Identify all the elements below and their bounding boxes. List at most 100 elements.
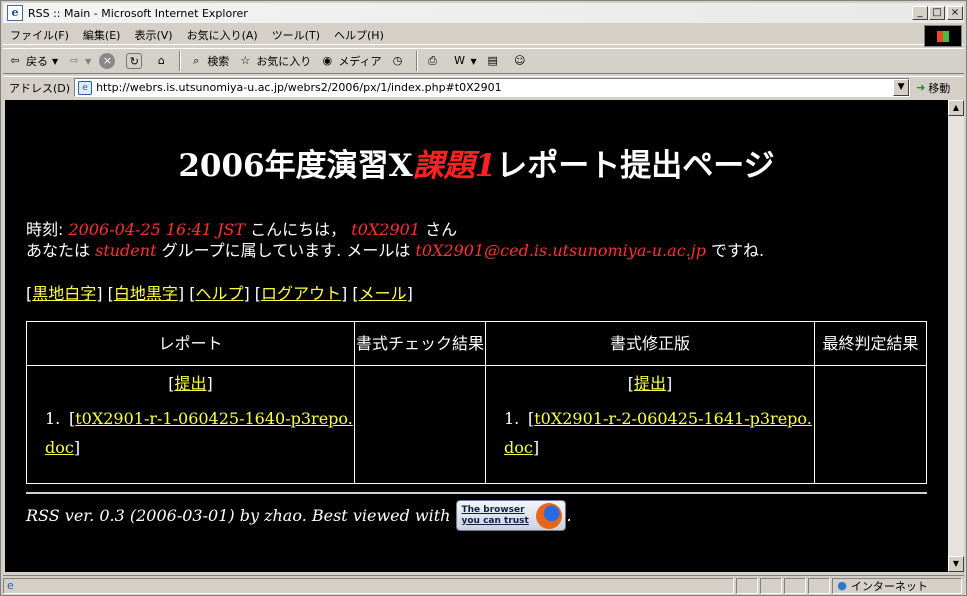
menu-edit[interactable]: 編集(E) (76, 27, 128, 43)
print-icon: ⎙ (428, 54, 437, 67)
link-mail[interactable]: メール (359, 284, 407, 303)
search-button[interactable]: ⌕ 検索 (184, 50, 233, 72)
report-cell: [提出] 1. [t0X2901-r-1-060425-1640-p3repo.d… (26, 365, 355, 484)
stop-button[interactable]: × (95, 50, 122, 72)
status-bar: e ● インターネット (3, 575, 964, 595)
menu-file[interactable]: ファイル(F) (3, 27, 76, 43)
status-panel (784, 577, 807, 594)
format-check-cell (354, 365, 486, 484)
firefox-logo-icon (536, 503, 563, 529)
edit-icon: W (454, 54, 465, 67)
favorites-button[interactable]: ☆ お気に入り (233, 50, 315, 72)
group-text: グループに属しています. メールは (161, 241, 411, 260)
zone-panel: ● インターネット (832, 577, 962, 594)
status-panel (808, 577, 831, 594)
discuss-button[interactable]: ▤ (481, 50, 508, 72)
history-button[interactable]: ◷ (386, 50, 413, 72)
link-logout[interactable]: ログアウト (261, 284, 341, 303)
table-row: [提出] 1. [t0X2901-r-1-060425-1640-p3repo.d… (26, 365, 927, 484)
forward-arrow-icon: ⇨ (69, 54, 79, 67)
home-icon: ⌂ (157, 54, 165, 67)
report-list-item: 1. [t0X2901-r-1-060425-1640-p3repo.doc] (27, 404, 354, 462)
scroll-up-icon[interactable]: ▲ (948, 100, 964, 116)
address-url: http://webrs.is.utsunomiya-u.ac.jp/webrs… (96, 81, 502, 94)
back-button[interactable]: ⇦ 戻る ▼ (3, 50, 62, 72)
table-header-row: レポート 書式チェック結果 書式修正版 最終判定結果 (26, 321, 927, 366)
home-button[interactable]: ⌂ (149, 50, 176, 72)
search-icon: ⌕ (193, 54, 200, 67)
go-label: 移動 (928, 81, 951, 95)
address-dropdown-icon[interactable]: ▼ (893, 79, 910, 96)
menu-help[interactable]: ヘルプ(H) (327, 27, 391, 43)
discuss-icon: ▤ (487, 54, 498, 67)
fixed-file-link[interactable]: t0X2901-r-2-060425-1641-p3repo.doc (504, 409, 812, 457)
zone-label: インターネット (850, 579, 928, 593)
title-bar: e RSS :: Main - Microsoft Internet Explo… (3, 3, 964, 23)
group-prefix: あなたは (26, 241, 91, 260)
badge-text: The browser you can trust (461, 505, 528, 527)
status-panel (736, 577, 759, 594)
user-email: t0X2901@ced.is.utsunomiya-u.ac.jp (415, 241, 706, 260)
go-button[interactable]: ➜ 移動 (916, 80, 950, 96)
messenger-button[interactable]: ☺ (508, 50, 535, 72)
refresh-icon: ↻ (126, 53, 143, 69)
back-dropdown-icon[interactable]: ▼ (52, 57, 58, 66)
media-label: メディア (338, 55, 382, 68)
menu-view[interactable]: 表示(V) (127, 27, 179, 43)
windows-logo-icon (924, 25, 962, 47)
header-fixed-version: 書式修正版 (485, 321, 815, 366)
close-button[interactable]: × (947, 6, 963, 20)
toolbar: ⇦ 戻る ▼ ⇨ ▼ × ↻ ⌂ ⌕ 検索 ☆ お気に入り ◉ メディア ◷ ⎙… (3, 48, 964, 74)
user-id: t0X2901 (351, 220, 420, 239)
link-white-bg[interactable]: 白地黒字 (114, 284, 178, 303)
badge-line1: The browser (461, 504, 525, 515)
footer-text: RSS ver. 0.3 (2006-03-01) by zhao. Best … (26, 506, 451, 525)
edit-dropdown-icon[interactable]: ▼ (471, 57, 477, 66)
nav-links: [黒地白字] [白地黒字] [ヘルプ] [ログアウト] [メール] (26, 284, 413, 303)
internet-globe-icon: ● (837, 579, 847, 592)
report-file-link[interactable]: t0X2901-r-1-060425-1640-p3repo.doc (45, 409, 353, 457)
report-table: レポート 書式チェック結果 書式修正版 最終判定結果 [提出] 1. [t0X29… (26, 321, 927, 484)
title-prefix: 2006年度演習X (178, 148, 413, 184)
print-button[interactable]: ⎙ (421, 50, 448, 72)
time-line: 時刻: 2006-04-25 16:41 JST こんにちは， t0X2901 … (26, 219, 764, 240)
maximize-button[interactable]: □ (929, 6, 945, 20)
menu-tools[interactable]: ツール(T) (265, 27, 327, 43)
toolbar-separator (179, 51, 182, 71)
fixed-version-cell: [提出] 1. [t0X2901-r-2-060425-1641-p3repo.d… (485, 365, 815, 484)
page-title: 2006年度演習X課題1レポート提出ページ (5, 140, 948, 185)
menu-favorites[interactable]: お気に入り(A) (180, 27, 265, 43)
ie-logo-icon: e (7, 5, 23, 21)
email-suffix: ですね. (711, 241, 765, 260)
page-viewport: 2006年度演習X課題1レポート提出ページ 時刻: 2006-04-25 16:… (5, 100, 948, 572)
media-icon: ◉ (322, 54, 333, 67)
scroll-down-icon[interactable]: ▼ (948, 556, 964, 572)
title-emphasis: 課題1 (412, 148, 497, 184)
status-message: e (3, 577, 735, 594)
user-info: 時刻: 2006-04-25 16:41 JST こんにちは， t0X2901 … (26, 219, 764, 261)
edit-button[interactable]: W ▼ (448, 50, 481, 72)
link-black-bg[interactable]: 黒地白字 (32, 284, 96, 303)
final-judgement-cell (814, 365, 927, 484)
submit-link-fixed[interactable]: 提出 (634, 374, 666, 393)
minimize-button[interactable]: _ (912, 6, 928, 20)
favorites-label: お気に入り (256, 55, 312, 68)
menu-bar: ファイル(F) 編集(E) 表示(V) お気に入り(A) ツール(T) ヘルプ(… (3, 25, 964, 45)
fixed-list-item: 1. [t0X2901-r-2-060425-1641-p3repo.doc] (486, 404, 814, 462)
report-number: 1. (45, 409, 61, 428)
vertical-scrollbar[interactable]: ▲ ▼ (948, 100, 964, 572)
window-title: RSS :: Main - Microsoft Internet Explore… (28, 6, 248, 20)
media-button[interactable]: ◉ メディア (315, 50, 385, 72)
greeting: こんにちは， (250, 220, 347, 239)
forward-button[interactable]: ⇨ ▼ (62, 50, 95, 72)
link-help[interactable]: ヘルプ (195, 284, 243, 303)
address-input[interactable]: e http://webrs.is.utsunomiya-u.ac.jp/web… (74, 78, 911, 97)
firefox-badge[interactable]: The browser you can trust (456, 500, 567, 531)
submit-link[interactable]: 提出 (174, 374, 206, 393)
group-line: あなたは student グループに属しています. メールは t0X2901@c… (26, 240, 764, 261)
honorific: さん (425, 220, 458, 239)
forward-dropdown-icon: ▼ (85, 56, 92, 66)
favorites-icon: ☆ (240, 54, 251, 67)
refresh-button[interactable]: ↻ (122, 50, 149, 72)
time-label: 時刻: (26, 220, 64, 239)
